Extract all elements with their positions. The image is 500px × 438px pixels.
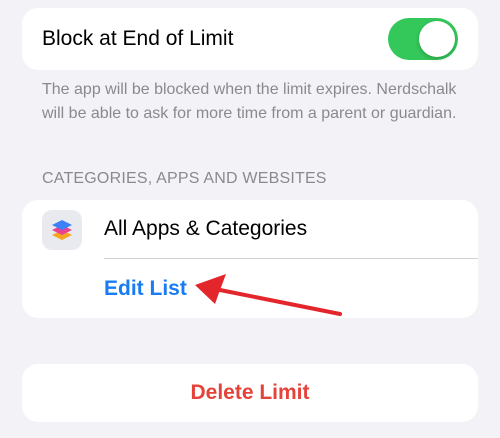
block-at-end-card: Block at End of Limit [22, 8, 478, 70]
toggle-knob [419, 21, 455, 57]
all-apps-categories-label: All Apps & Categories [104, 217, 308, 240]
delete-limit-button[interactable]: Delete Limit [22, 364, 478, 422]
block-at-end-label: Block at End of Limit [42, 27, 234, 50]
block-at-end-toggle[interactable] [388, 18, 458, 60]
layers-icon [42, 210, 82, 250]
annotation-arrow-icon [195, 274, 342, 316]
section-header: CATEGORIES, APPS AND WEBSITES [42, 170, 327, 187]
delete-card: Delete Limit [22, 364, 478, 422]
edit-list-button[interactable]: Edit List [104, 259, 187, 318]
block-footnote: The app will be blocked when the limit e… [42, 81, 457, 122]
